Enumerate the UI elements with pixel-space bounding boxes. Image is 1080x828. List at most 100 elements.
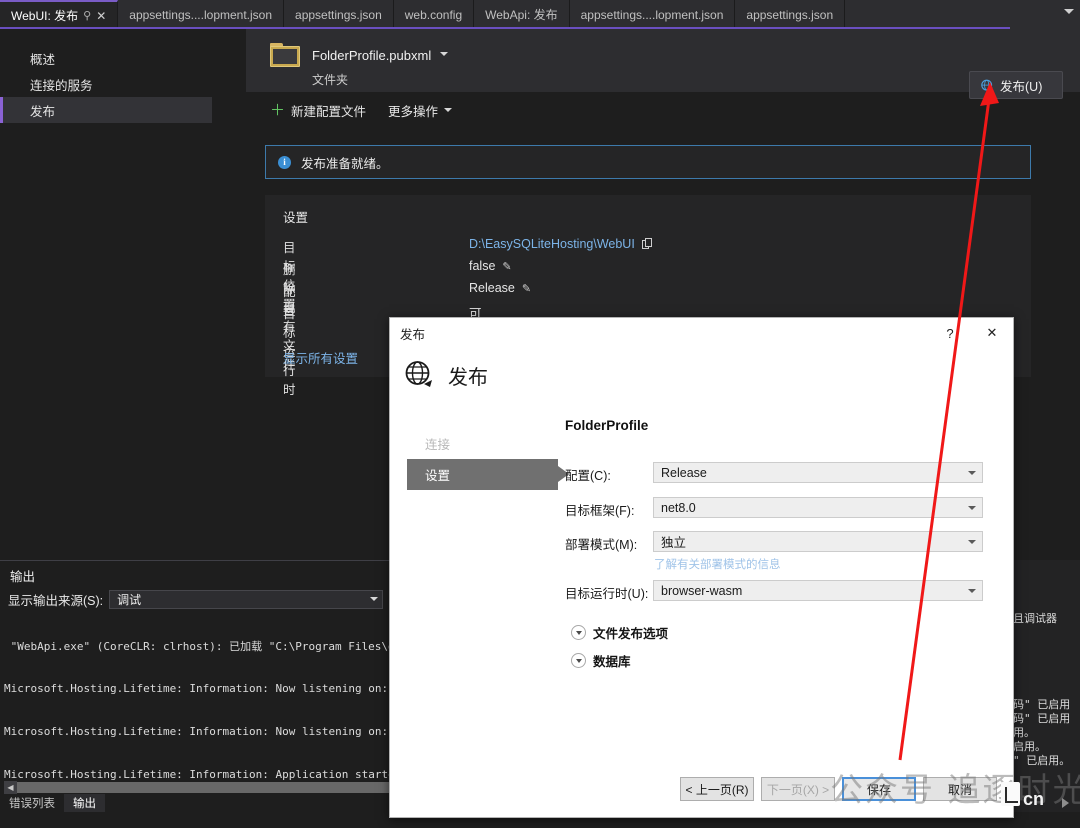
output-panel-title: 输出 bbox=[10, 566, 35, 585]
dialog-profile-name: FolderProfile bbox=[565, 418, 995, 433]
sidebar-item-overview[interactable]: 概述 bbox=[0, 45, 246, 71]
project-left-nav: 概述 连接的服务 发布 bbox=[0, 29, 246, 559]
dialog-step-label: 设置 bbox=[425, 465, 450, 484]
configuration-value: Release bbox=[661, 466, 707, 480]
publish-ready-infobar: i 发布准备就绪。 bbox=[265, 145, 1031, 179]
more-actions-label: 更多操作 bbox=[388, 101, 438, 120]
cancel-button[interactable]: 取消 bbox=[923, 777, 997, 801]
scroll-left-icon[interactable]: ◀ bbox=[4, 781, 17, 794]
chevron-down-icon bbox=[968, 506, 976, 510]
new-profile-button[interactable]: ＋ 新建配置文件 bbox=[270, 101, 366, 120]
dialog-step-connection[interactable]: 连接 bbox=[407, 428, 558, 459]
help-button[interactable]: ? bbox=[929, 318, 971, 348]
profile-chevron-down-icon[interactable] bbox=[440, 52, 448, 56]
dialog-hero-title: 发布 bbox=[448, 361, 488, 390]
tab-label: web.config bbox=[405, 8, 462, 22]
expander-file-publish-options[interactable]: 文件发布选项 bbox=[571, 623, 668, 642]
tab-appsettings-2[interactable]: appsettings.json bbox=[735, 0, 845, 29]
dialog-title: 发布 bbox=[400, 324, 425, 343]
close-icon[interactable]: ✕ bbox=[96, 9, 106, 23]
tab-webui-publish[interactable]: WebUI: 发布 ⚲ ✕ bbox=[0, 0, 118, 29]
output-source-value: 调试 bbox=[117, 591, 141, 608]
show-all-settings-link[interactable]: 显示所有设置 bbox=[283, 348, 358, 367]
tab-label: WebApi: 发布 bbox=[485, 6, 557, 23]
setting-value: Release ✎ bbox=[469, 281, 531, 295]
previous-button[interactable]: < 上一页(R) bbox=[680, 777, 754, 801]
tab-error-list[interactable]: 错误列表 bbox=[0, 795, 64, 811]
deployment-mode-select[interactable]: 独立 bbox=[653, 531, 983, 552]
tab-label: appsettings.json bbox=[295, 8, 382, 22]
dialog-step-settings[interactable]: 设置 bbox=[407, 459, 558, 490]
dialog-step-nav: 连接 设置 bbox=[407, 428, 558, 490]
infobar-message: 发布准备就绪。 bbox=[301, 153, 389, 172]
field-configuration: 配置(C): Release bbox=[565, 462, 985, 484]
chevron-down-icon bbox=[968, 471, 976, 475]
tab-appsettings-development-2[interactable]: appsettings....lopment.json bbox=[570, 0, 736, 29]
dialog-step-label: 连接 bbox=[425, 434, 450, 453]
next-button: 下一页(X) > bbox=[761, 777, 835, 801]
deployment-mode-value: 独立 bbox=[661, 532, 686, 551]
pencil-edit-icon[interactable]: ✎ bbox=[522, 282, 531, 295]
deployment-mode-learn-link[interactable]: 了解有关部署模式的信息 bbox=[654, 556, 781, 572]
field-deployment-mode: 部署模式(M): 独立 bbox=[565, 531, 985, 553]
expander-label: 数据库 bbox=[593, 651, 631, 670]
publish-profile-title: FolderProfile.pubxml bbox=[312, 48, 450, 63]
tab-label: WebUI: 发布 bbox=[11, 7, 78, 24]
field-target-runtime: 目标运行时(U): browser-wasm bbox=[565, 580, 985, 602]
copy-icon[interactable] bbox=[642, 238, 653, 250]
chevron-down-icon bbox=[444, 108, 452, 112]
sidebar-item-label: 概述 bbox=[30, 49, 55, 68]
dialog-titlebar: 发布 ? ✕ bbox=[390, 318, 1013, 348]
sidebar-item-publish[interactable]: 发布 bbox=[0, 97, 212, 123]
target-runtime-value: browser-wasm bbox=[661, 584, 742, 598]
tab-webapi-publish[interactable]: WebApi: 发布 bbox=[474, 0, 569, 29]
chevron-down-icon bbox=[370, 597, 378, 601]
more-actions-button[interactable]: 更多操作 bbox=[388, 101, 452, 120]
tab-web-config[interactable]: web.config bbox=[394, 0, 474, 29]
close-icon[interactable]: ✕ bbox=[971, 318, 1013, 348]
dialog-form: FolderProfile 配置(C): Release 目标框架(F): ne… bbox=[565, 418, 995, 433]
field-target-framework: 目标框架(F): net8.0 bbox=[565, 497, 985, 519]
profile-title-text: FolderProfile.pubxml bbox=[312, 48, 431, 63]
editor-tab-strip: WebUI: 发布 ⚲ ✕ appsettings....lopment.jso… bbox=[0, 0, 1080, 29]
watermark-logo-icon bbox=[1001, 782, 1020, 806]
tab-overflow-chevron-down-icon[interactable] bbox=[1064, 9, 1074, 14]
chevron-down-circle-icon bbox=[571, 653, 586, 668]
target-runtime-select[interactable]: browser-wasm bbox=[653, 580, 983, 601]
chevron-down-circle-icon bbox=[571, 625, 586, 640]
pencil-edit-icon[interactable]: ✎ bbox=[502, 260, 511, 273]
target-framework-select[interactable]: net8.0 bbox=[653, 497, 983, 518]
setting-value: false ✎ bbox=[469, 259, 512, 273]
expander-database[interactable]: 数据库 bbox=[571, 651, 631, 670]
output-source-label: 显示输出来源(S): bbox=[8, 590, 103, 609]
globe-icon bbox=[403, 357, 435, 389]
tab-appsettings-1[interactable]: appsettings.json bbox=[284, 0, 394, 29]
sidebar-item-label: 发布 bbox=[30, 101, 55, 120]
field-label: 目标框架(F): bbox=[565, 500, 634, 519]
setting-value-text: D:\EasySQLiteHosting\WebUI bbox=[469, 237, 635, 251]
plus-icon: ＋ bbox=[270, 103, 285, 118]
scroll-right-icon[interactable] bbox=[1062, 798, 1069, 808]
tab-output[interactable]: 输出 bbox=[64, 794, 105, 812]
sidebar-item-connected-services[interactable]: 连接的服务 bbox=[0, 71, 246, 97]
target-framework-value: net8.0 bbox=[661, 501, 696, 515]
publish-dialog: 发布 ? ✕ 发布 连接 bbox=[389, 317, 1014, 818]
field-label: 部署模式(M): bbox=[565, 534, 637, 553]
dialog-footer: < 上一页(R) 下一页(X) > 保存 取消 bbox=[390, 767, 1013, 817]
dialog-button-row: < 上一页(R) 下一页(X) > 保存 取消 bbox=[680, 777, 997, 801]
save-button[interactable]: 保存 bbox=[842, 777, 916, 801]
watermark-badge: cn bbox=[1023, 789, 1044, 810]
field-label: 目标运行时(U): bbox=[565, 583, 648, 602]
sidebar-item-label: 连接的服务 bbox=[30, 75, 93, 94]
new-profile-label: 新建配置文件 bbox=[291, 101, 366, 120]
configuration-select[interactable]: Release bbox=[653, 462, 983, 483]
output-source-select[interactable]: 调试 bbox=[109, 590, 383, 609]
dialog-titlebar-buttons: ? ✕ bbox=[929, 318, 1013, 348]
tab-appsettings-development-1[interactable]: appsettings....lopment.json bbox=[118, 0, 284, 29]
dialog-hero: 发布 bbox=[390, 348, 1013, 410]
publish-profile-subtitle: 文件夹 bbox=[312, 71, 348, 88]
publish-toolbar: ＋ 新建配置文件 更多操作 bbox=[246, 92, 1080, 128]
pin-icon[interactable]: ⚲ bbox=[83, 9, 91, 22]
globe-publish-icon bbox=[981, 79, 994, 92]
tab-label: appsettings....lopment.json bbox=[129, 8, 272, 22]
